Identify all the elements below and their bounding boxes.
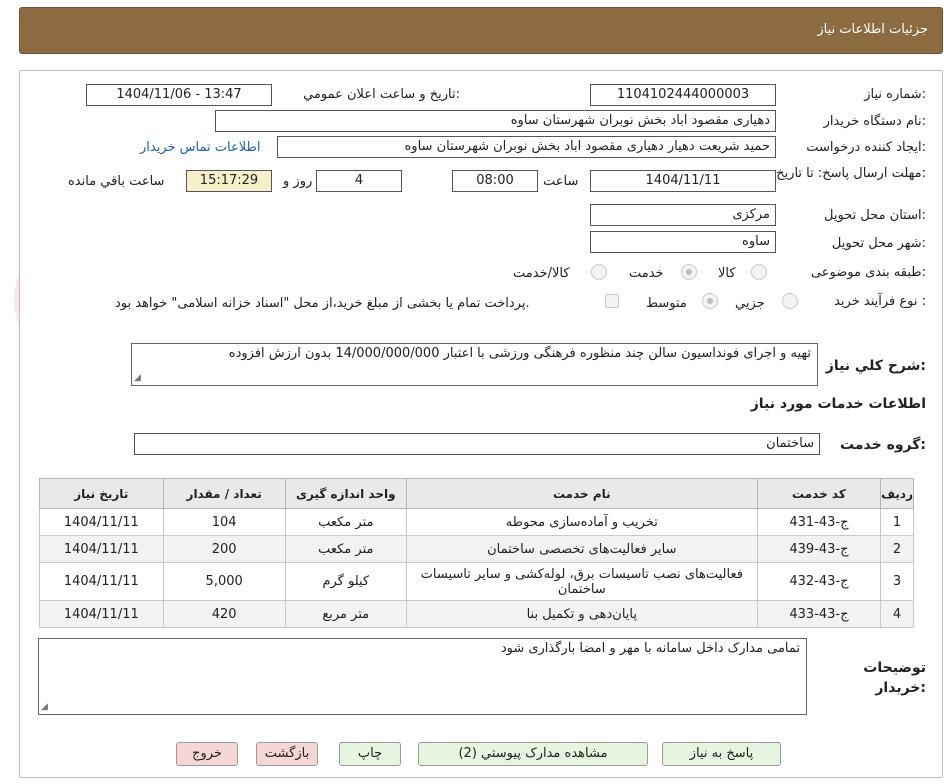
announce-date-field[interactable]: 1404/11/06 - 13:47 — [86, 84, 272, 106]
service-code: ج-43-431 — [756, 508, 882, 536]
remaining-time-field: 15:17:29 — [186, 170, 272, 192]
service-name: پایان‌دهی و تکمیل بنا — [405, 600, 758, 628]
days-remaining-field[interactable]: 4 — [316, 170, 402, 192]
category-service-label: خدمت — [629, 266, 664, 281]
buyer-notes-textarea[interactable]: تمامی مدارک داخل سامانه با مهر و امضا با… — [38, 638, 807, 715]
reply-button[interactable]: پاسخ به نیاز — [662, 742, 781, 766]
service-name: فعالیت‌های نصب تاسیسات برق، لوله‌کشی و س… — [405, 562, 758, 601]
deadline-time-label: ساعت — [543, 174, 579, 189]
service-date: 1404/11/11 — [39, 562, 164, 601]
description-textarea[interactable]: تهیه و اجرای فونداسیون سالن چند منظوره ف… — [131, 343, 818, 386]
page-title: جزئیات اطلاعات نیاز — [817, 22, 928, 37]
page-header: جزئیات اطلاعات نیاز — [19, 7, 943, 54]
buyer-contact-link[interactable]: اطلاعات تماس خریدار — [140, 140, 260, 155]
need-number-field[interactable]: 1104102444000003 — [590, 84, 776, 106]
col-header-index: ردیف — [880, 478, 914, 509]
process-medium-label: متوسط — [646, 296, 687, 311]
treasury-payment-checkbox[interactable] — [605, 294, 619, 308]
process-type-label: نوع فرآیند خرید : — [834, 294, 926, 309]
service-group-field[interactable]: ساختمان — [134, 433, 820, 455]
service-name: تخریب و آماده‌سازی محوطه — [405, 508, 758, 536]
back-button[interactable]: بازگشت — [256, 742, 318, 766]
deadline-label: مهلت ارسال پاسخ: تا تاریخ: — [776, 166, 926, 181]
category-service-radio[interactable] — [681, 264, 697, 280]
print-button[interactable]: چاپ — [339, 742, 401, 766]
announce-date-label: تاریخ و ساعت اعلان عمومي: — [303, 87, 460, 102]
service-code: ج-43-432 — [756, 562, 882, 601]
col-header-code: کد خدمت — [756, 478, 882, 509]
service-unit: کیلو گرم — [284, 562, 407, 601]
service-code: ج-43-433 — [756, 600, 882, 628]
city-label: شهر محل تحویل: — [831, 236, 926, 251]
category-goods-radio[interactable] — [751, 264, 767, 280]
category-goods-service-radio[interactable] — [591, 264, 607, 280]
process-medium-radio[interactable] — [702, 293, 718, 309]
services-table: ردیف کد خدمت نام خدمت واحد اندازه گیری ت… — [39, 478, 914, 628]
province-label: استان محل تحویل: — [824, 208, 926, 223]
service-date: 1404/11/11 — [39, 535, 164, 563]
category-label: طبقه بندی موضوعی: — [810, 265, 926, 280]
row-index: 4 — [880, 600, 914, 628]
resize-grip-icon[interactable]: ◢ — [41, 703, 48, 712]
service-qty: 420 — [162, 600, 286, 628]
table-row: 3 ج-43-432 فعالیت‌های نصب تاسیسات برق، ل… — [39, 562, 914, 601]
description-text: تهیه و اجرای فونداسیون سالن چند منظوره ف… — [228, 346, 811, 361]
table-row: 4 ج-43-433 پایان‌دهی و تکمیل بنا متر مرب… — [39, 600, 914, 628]
service-unit: متر مکعب — [284, 508, 407, 536]
row-index: 2 — [880, 535, 914, 563]
col-header-date: تاریخ نیاز — [39, 478, 164, 509]
service-date: 1404/11/11 — [39, 508, 164, 536]
deadline-time-field[interactable]: 08:00 — [452, 170, 538, 192]
row-index: 3 — [880, 562, 914, 601]
category-goods-service-label: کالا/خدمت — [513, 266, 570, 281]
service-code: ج-43-439 — [756, 535, 882, 563]
description-label: شرح کلي نیاز: — [825, 358, 926, 374]
service-group-label: گروه خدمت: — [840, 437, 926, 453]
service-unit: متر مکعب — [284, 535, 407, 563]
process-minor-label: جزیي — [735, 296, 765, 311]
remaining-time-label: ساعت باقي مانده — [68, 174, 165, 189]
requester-label: ایجاد کننده درخواست: — [806, 140, 926, 155]
service-qty: 5,000 — [162, 562, 286, 601]
row-index: 1 — [880, 508, 914, 536]
buyer-notes-text: تمامی مدارک داخل سامانه با مهر و امضا با… — [500, 641, 800, 656]
service-name: سایر فعالیت‌های تخصصی ساختمان — [405, 535, 758, 563]
services-heading: اطلاعات خدمات مورد نیاز — [750, 396, 926, 412]
exit-button[interactable]: خروج — [176, 742, 238, 766]
col-header-name: نام خدمت — [405, 478, 758, 509]
treasury-payment-note: پرداخت تمام یا بخشی از مبلغ خرید،از محل … — [115, 296, 530, 311]
view-attachments-button[interactable]: مشاهده مدارک پیوستي (2) — [418, 742, 648, 766]
requester-field[interactable]: حمید شریعت دهیار دهیاری مقصود اباد بخش ن… — [277, 136, 776, 158]
service-qty: 200 — [162, 535, 286, 563]
days-label: روز و — [283, 174, 313, 189]
service-date: 1404/11/11 — [39, 600, 164, 628]
need-number-label: شماره نیاز: — [864, 87, 926, 102]
service-qty: 104 — [162, 508, 286, 536]
buyer-notes-label: توضیحات خریدار: — [863, 660, 926, 696]
city-field[interactable]: ساوه — [590, 231, 776, 253]
service-unit: متر مربع — [284, 600, 407, 628]
col-header-qty: تعداد / مقدار — [162, 478, 286, 509]
resize-grip-icon[interactable]: ◢ — [134, 374, 141, 383]
deadline-date-field[interactable]: 1404/11/11 — [590, 170, 776, 192]
category-goods-label: کالا — [718, 266, 736, 281]
province-field[interactable]: مرکزی — [590, 204, 776, 226]
buyer-org-label: نام دستگاه خریدار: — [823, 114, 926, 129]
col-header-unit: واحد اندازه گیری — [284, 478, 407, 509]
process-minor-radio[interactable] — [782, 293, 798, 309]
table-row: 1 ج-43-431 تخریب و آماده‌سازی محوطه متر … — [39, 508, 914, 536]
table-row: 2 ج-43-439 سایر فعالیت‌های تخصصی ساختمان… — [39, 535, 914, 563]
buyer-org-field[interactable]: دهیاری مقصود اباد بخش نوبران شهرستان ساو… — [215, 110, 776, 132]
